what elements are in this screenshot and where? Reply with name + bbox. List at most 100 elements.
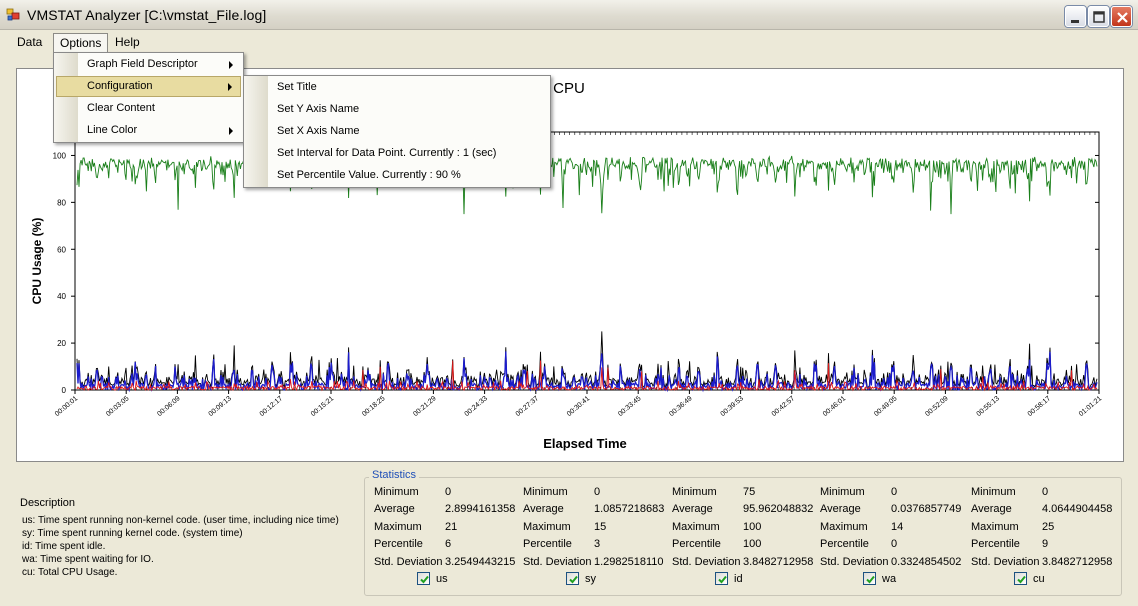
x-axis-label: Elapsed Time (543, 436, 627, 451)
checkbox-cu[interactable] (1014, 572, 1027, 585)
checkbox-us[interactable] (417, 572, 430, 585)
window-title: VMSTAT Analyzer [C:\vmstat_File.log] (27, 7, 267, 23)
stat-value-cu: 3.8482712958 (1042, 556, 1113, 568)
minimize-button[interactable] (1065, 6, 1086, 27)
y-axis-label: CPU Usage (%) (30, 218, 44, 305)
menu-item-set-y-axis-name[interactable]: Set Y Axis Name (246, 99, 548, 120)
stat-label: Maximum (672, 521, 720, 533)
stat-value-id: 3.8482712958 (743, 556, 814, 568)
app-icon[interactable] (6, 8, 22, 22)
stat-label: Average (820, 503, 861, 515)
close-button[interactable] (1111, 6, 1132, 27)
stat-label: Percentile (672, 538, 721, 550)
stat-label: Average (971, 503, 1012, 515)
x-tick-label: 00:09:13 (208, 395, 233, 418)
menu-item-set-x-axis-name[interactable]: Set X Axis Name (246, 121, 548, 142)
submenu-arrow-icon (229, 127, 233, 135)
checkbox-wa[interactable] (863, 572, 876, 585)
x-tick-label: 00:27:37 (515, 395, 540, 418)
checkbox-label-wa: wa (882, 573, 897, 585)
menu-data[interactable]: Data (11, 33, 48, 53)
submenu-arrow-icon (228, 83, 232, 91)
stat-label: Minimum (820, 486, 865, 498)
menu-item-clear-content[interactable]: Clear Content (56, 98, 241, 119)
stat-label: Std. Deviation (971, 556, 1040, 568)
stat-value-id: 95.962048832 (743, 503, 814, 515)
menu-item-label: Configuration (87, 80, 153, 92)
menu-item-graph-field-descriptor[interactable]: Graph Field Descriptor (56, 54, 241, 75)
checkbox-label-cu: cu (1033, 573, 1045, 585)
series-line-id (76, 155, 1098, 215)
stat-value-us: 0 (445, 486, 452, 498)
stat-value-wa: 0.3324854502 (891, 556, 962, 568)
description-title: Description (20, 497, 76, 509)
maximize-button[interactable] (1088, 6, 1109, 27)
x-tick-label: 00:36:49 (668, 395, 693, 418)
description-line: sy: Time spent running kernel code. (sys… (22, 528, 243, 539)
menu-item-set-interval[interactable]: Set Interval for Data Point. Currently :… (246, 143, 548, 164)
stat-label: Minimum (523, 486, 568, 498)
stat-value-us: 2.8994161358 (445, 503, 516, 515)
stat-value-sy: 3 (594, 538, 601, 550)
configuration-submenu: Set Title Set Y Axis Name Set X Axis Nam… (243, 75, 551, 188)
x-tick-label: 00:58:17 (1027, 395, 1052, 418)
chart-title: CPU (553, 80, 585, 97)
stat-value-sy: 0 (594, 486, 601, 498)
stat-value-sy: 1.2982518110 (594, 556, 664, 568)
stat-value-sy: 1.0857218683 (594, 503, 665, 515)
x-tick-label: 00:33:45 (617, 395, 642, 418)
check-icon (1017, 575, 1026, 584)
x-tick-label: 01:01:21 (1078, 395, 1103, 418)
x-tick-label: 00:15:21 (310, 395, 335, 418)
stat-label: Percentile (374, 538, 423, 550)
stat-label: Percentile (523, 538, 572, 550)
checkbox-sy[interactable] (566, 572, 579, 585)
stat-label: Minimum (971, 486, 1016, 498)
submenu-arrow-icon (229, 61, 233, 69)
x-tick-label: 00:21:29 (412, 395, 437, 418)
stat-value-us: 6 (445, 538, 452, 550)
stat-value-us: 21 (445, 521, 458, 533)
y-tick-label: 20 (57, 339, 66, 348)
stat-label: Std. Deviation (672, 556, 741, 568)
stat-value-cu: 25 (1042, 521, 1055, 533)
stat-label: Std. Deviation (374, 556, 443, 568)
x-tick-label: 00:12:17 (259, 395, 284, 418)
menu-item-label: Set Percentile Value. Currently : 90 % (277, 169, 461, 181)
y-tick-label: 60 (57, 245, 66, 254)
stat-value-id: 75 (743, 486, 756, 498)
x-tick-label: 00:30:41 (566, 395, 591, 418)
stat-label: Percentile (971, 538, 1020, 550)
x-tick-label: 00:55:13 (976, 395, 1001, 418)
stat-label: Maximum (971, 521, 1019, 533)
checkbox-id[interactable] (715, 572, 728, 585)
menu-item-label: Set Title (277, 81, 317, 93)
menu-item-line-color[interactable]: Line Color (56, 120, 241, 141)
menu-help[interactable]: Help (109, 33, 146, 53)
menu-item-label: Set Interval for Data Point. Currently :… (277, 147, 497, 159)
menu-item-label: Set X Axis Name (277, 125, 360, 137)
x-tick-label: 00:49:05 (873, 395, 898, 418)
stat-value-cu: 9 (1042, 538, 1049, 550)
check-icon (569, 575, 578, 584)
description-line: cu: Total CPU Usage. (22, 567, 118, 578)
menu-item-label: Graph Field Descriptor (87, 58, 198, 70)
menu-item-configuration[interactable]: Configuration (56, 76, 241, 97)
stat-value-wa: 0.0376857749 (891, 503, 962, 515)
y-tick-label: 40 (57, 292, 66, 301)
menu-item-label: Set Y Axis Name (277, 103, 360, 115)
menu-options[interactable]: Options (53, 33, 109, 53)
menu-item-label: Line Color (87, 124, 138, 136)
stat-value-us: 3.2549443215 (445, 556, 516, 568)
stat-label: Maximum (374, 521, 422, 533)
checkbox-label-us: us (436, 573, 448, 585)
stat-label: Maximum (523, 521, 571, 533)
stat-label: Average (672, 503, 713, 515)
menu-item-set-title[interactable]: Set Title (246, 77, 548, 98)
menu-item-set-percentile[interactable]: Set Percentile Value. Currently : 90 % (246, 165, 548, 186)
menu-bar: Data Options Help (0, 31, 1138, 53)
stat-value-cu: 4.0644904458 (1042, 503, 1113, 515)
x-tick-label: 00:18:25 (361, 395, 386, 418)
x-tick-label: 00:00:01 (54, 395, 79, 418)
description-line: id: Time spent idle. (22, 541, 106, 552)
